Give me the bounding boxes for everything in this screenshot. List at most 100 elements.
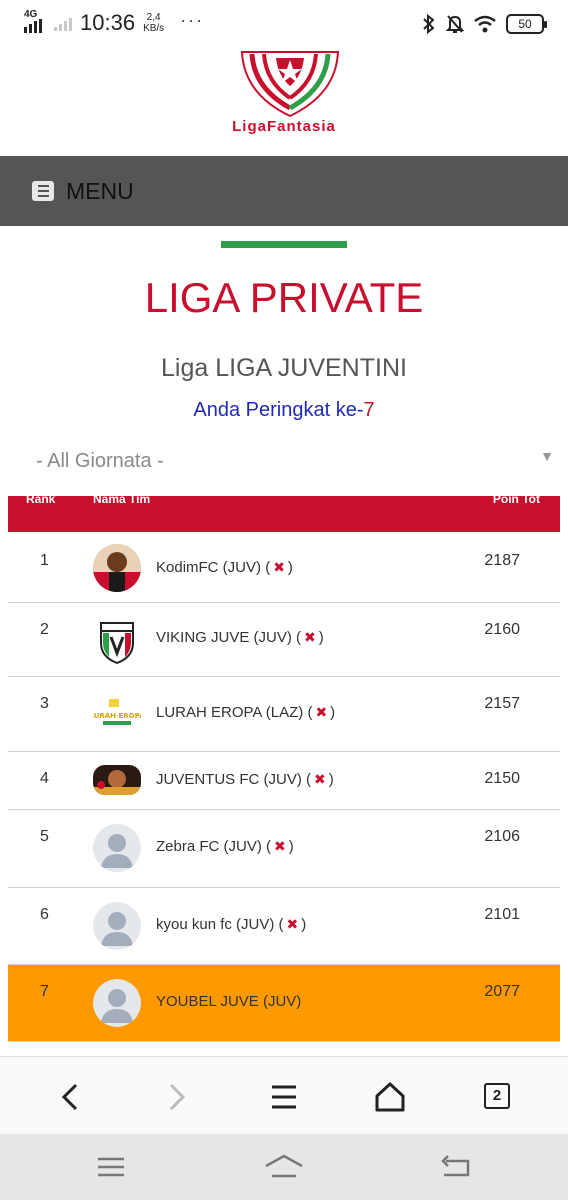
- remove-team-button[interactable]: ✖: [273, 559, 285, 576]
- forward-icon: [169, 1083, 186, 1111]
- row-points: 2077: [484, 983, 520, 1000]
- team-avatar: [93, 617, 141, 665]
- team-name-cell: KodimFC (JUV) (✖): [156, 559, 293, 576]
- close-paren: ): [288, 838, 294, 855]
- net-speed-unit: KB/s: [143, 23, 165, 34]
- browser-toolbar: 2: [0, 1056, 568, 1134]
- team-name-cell: VIKING JUVE (JUV) (✖): [156, 629, 324, 646]
- remove-team-button[interactable]: ✖: [315, 704, 327, 721]
- row-points: 2187: [484, 552, 520, 569]
- recents-button[interactable]: [92, 1152, 132, 1182]
- table-row[interactable]: 6 kyou kun fc (JUV) (✖) 2101: [8, 888, 560, 965]
- team-name: YOUBEL JUVE (JUV): [156, 993, 302, 1010]
- browser-menu-button[interactable]: [264, 1077, 304, 1117]
- table-row[interactable]: 1 KodimFC (JUV) (✖) 2187: [8, 532, 560, 603]
- clock: 10:36: [80, 10, 136, 35]
- team-name: KodimFC (JUV): [156, 559, 262, 576]
- remove-team-button[interactable]: ✖: [314, 771, 326, 788]
- back-icon: [61, 1083, 78, 1111]
- logo-text: LigaFantasia: [232, 118, 336, 135]
- table-row[interactable]: 2 VIKING JUVE (JUV) (✖) 2160: [8, 603, 560, 677]
- close-paren: ): [330, 704, 336, 721]
- status-bar: 4G 10:36 2,4 KB/s ··· 50: [0, 0, 568, 50]
- row-points: 2150: [484, 770, 520, 787]
- back-icon: [441, 1155, 470, 1177]
- remove-team-button[interactable]: ✖: [287, 916, 299, 933]
- home-icon: [265, 1154, 303, 1178]
- svg-text:LURAH EROPA: LURAH EROPA: [93, 712, 141, 720]
- browser-back-button[interactable]: [50, 1077, 90, 1117]
- table-row-current-user[interactable]: 7 YOUBEL JUVE (JUV) 2077: [8, 965, 560, 1042]
- team-name-cell: kyou kun fc (JUV) (✖): [156, 916, 306, 933]
- page-title: LIGA PRIVATE: [144, 274, 424, 321]
- row-points: 2101: [484, 906, 520, 923]
- team-avatar: [93, 544, 141, 592]
- browser-forward-button[interactable]: [157, 1077, 197, 1117]
- team-name-cell: Zebra FC (JUV) (✖): [156, 838, 294, 855]
- league-name: Liga LIGA JUVENTINI: [161, 354, 407, 382]
- remove-team-button[interactable]: ✖: [274, 838, 286, 855]
- row-rank: 5: [40, 828, 49, 845]
- signal-2-icon: [54, 13, 72, 33]
- row-points: 2106: [484, 828, 520, 845]
- row-rank: 7: [40, 983, 49, 1000]
- table-row[interactable]: 5 Zebra FC (JUV) (✖) 2106: [8, 810, 560, 888]
- team-name-cell: LURAH EROPA (LAZ) (✖): [156, 704, 335, 721]
- title-accent-divider: [221, 241, 347, 248]
- tabs-icon: 2: [484, 1083, 510, 1109]
- close-paren: ): [318, 629, 324, 646]
- menu-button[interactable]: MENU: [0, 156, 568, 226]
- site-logo[interactable]: LigaFantasia: [0, 50, 568, 156]
- tab-count: 2: [492, 1087, 502, 1104]
- team-name: kyou kun fc (JUV): [156, 916, 275, 933]
- team-name-cell: JUVENTUS FC (JUV) (✖): [156, 771, 334, 788]
- giornata-select[interactable]: - All Giornata - ▼: [36, 446, 556, 478]
- menu-label: MENU: [66, 177, 134, 204]
- dropdown-arrow-icon: ▼: [540, 448, 554, 464]
- team-photo-icon: [93, 765, 141, 795]
- row-rank: 2: [40, 621, 49, 638]
- team-avatar: [93, 902, 141, 950]
- table-row[interactable]: 4 JUVENTUS FC (JUV) (✖) 2150: [8, 752, 560, 810]
- team-avatar: LURAH EROPA: [93, 691, 141, 739]
- user-rank: Anda Peringkat ke-7: [0, 399, 568, 422]
- header-points: Poin Tot: [492, 496, 540, 506]
- net-speed-value: 2,4: [146, 12, 161, 23]
- open-paren: (: [296, 629, 302, 646]
- browser-home-button[interactable]: [370, 1077, 410, 1117]
- close-paren: ): [328, 771, 334, 788]
- open-paren: (: [278, 916, 284, 933]
- team-avatar: [93, 824, 141, 872]
- menu-icon: [272, 1085, 296, 1109]
- menu-icon: [32, 181, 54, 201]
- recents-icon: [98, 1157, 124, 1177]
- system-navigation-bar: [0, 1134, 568, 1200]
- wifi-icon: [474, 15, 496, 33]
- giornata-select-value: - All Giornata -: [36, 450, 164, 472]
- battery-level: 50: [518, 17, 532, 31]
- remove-team-button[interactable]: ✖: [304, 629, 316, 646]
- row-rank: 4: [40, 770, 49, 787]
- open-paren: (: [306, 771, 312, 788]
- default-user-icon: [93, 902, 141, 950]
- team-name: VIKING JUVE (JUV): [156, 629, 292, 646]
- table-row[interactable]: 3 LURAH EROPA LURAH EROPA (LAZ) (✖) 2157: [8, 677, 560, 752]
- open-paren: (: [265, 559, 271, 576]
- default-user-icon: [93, 824, 141, 872]
- signal-icon: 4G: [24, 9, 48, 35]
- shield-logo-icon: [240, 51, 340, 118]
- row-points: 2160: [484, 621, 520, 638]
- close-paren: ): [287, 559, 293, 576]
- browser-tabs-button[interactable]: 2: [476, 1077, 516, 1117]
- viking-shield-icon: [100, 622, 134, 665]
- default-user-icon: [93, 979, 141, 1027]
- team-avatar: [93, 765, 141, 795]
- rank-number: 7: [363, 399, 375, 421]
- team-name-cell: YOUBEL JUVE (JUV): [156, 993, 301, 1010]
- system-home-button[interactable]: [264, 1152, 304, 1182]
- standings-table: Rank Nama Tim Poin Tot 1 KodimFC (JUV) (…: [8, 496, 560, 1044]
- team-name: LURAH EROPA (LAZ): [156, 704, 304, 721]
- system-back-button[interactable]: [436, 1152, 476, 1182]
- team-name: JUVENTUS FC (JUV): [156, 771, 302, 788]
- lurah-eropa-logo-icon: LURAH EROPA: [93, 699, 141, 725]
